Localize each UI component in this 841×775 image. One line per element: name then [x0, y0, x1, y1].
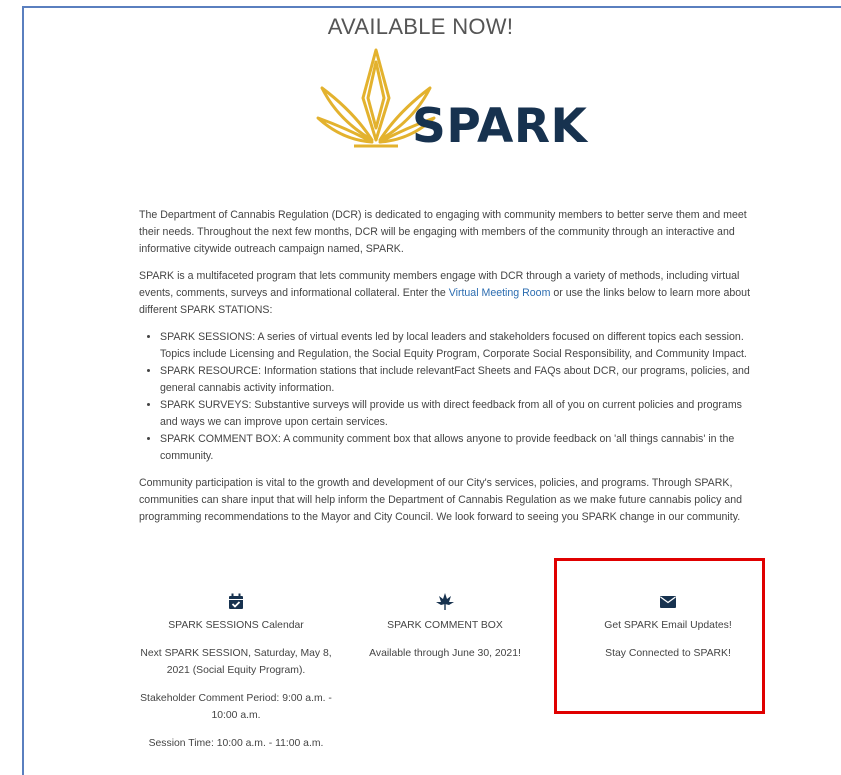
cannabis-leaf-icon[interactable] [345, 593, 545, 611]
comment-box-column: SPARK COMMENT BOX Available through June… [345, 593, 545, 673]
list-item: SPARK SESSIONS: A series of virtual even… [160, 329, 757, 363]
list-item: SPARK COMMENT BOX: A community comment b… [160, 431, 757, 465]
session-time-text: Session Time: 10:00 a.m. - 11:00 a.m. [148, 738, 324, 749]
virtual-meeting-room-link[interactable]: Virtual Meeting Room [449, 287, 551, 299]
calendar-link[interactable]: SPARK SESSIONS Calendar [132, 617, 340, 634]
page-title: AVAILABLE NOW! [327, 14, 514, 39]
intro-paragraph: The Department of Cannabis Regulation (D… [139, 209, 747, 255]
list-item: SPARK SURVEYS: Substantive surveys will … [160, 397, 757, 431]
stations-list: SPARK SESSIONS: A series of virtual even… [139, 329, 757, 465]
highlight-box [554, 558, 765, 714]
sessions-calendar-column: SPARK SESSIONS Calendar Next SPARK SESSI… [132, 593, 340, 763]
calendar-check-icon[interactable] [132, 593, 340, 611]
stakeholder-period-text: Stakeholder Comment Period: 9:00 a.m. - … [140, 693, 332, 721]
main-content: The Department of Cannabis Regulation (D… [139, 207, 757, 536]
list-item: SPARK RESOURCE: Information stations tha… [160, 363, 757, 397]
closing-paragraph: Community participation is vital to the … [139, 477, 742, 523]
availability-text: Available through June 30, 2021! [369, 648, 521, 659]
next-session-text: Next SPARK SESSION, Saturday, May 8, 202… [140, 648, 332, 676]
program-paragraph: SPARK is a multifaceted program that let… [139, 270, 751, 316]
comment-box-link[interactable]: SPARK COMMENT BOX [345, 617, 545, 634]
logo-wordmark: SPARK [412, 99, 588, 154]
